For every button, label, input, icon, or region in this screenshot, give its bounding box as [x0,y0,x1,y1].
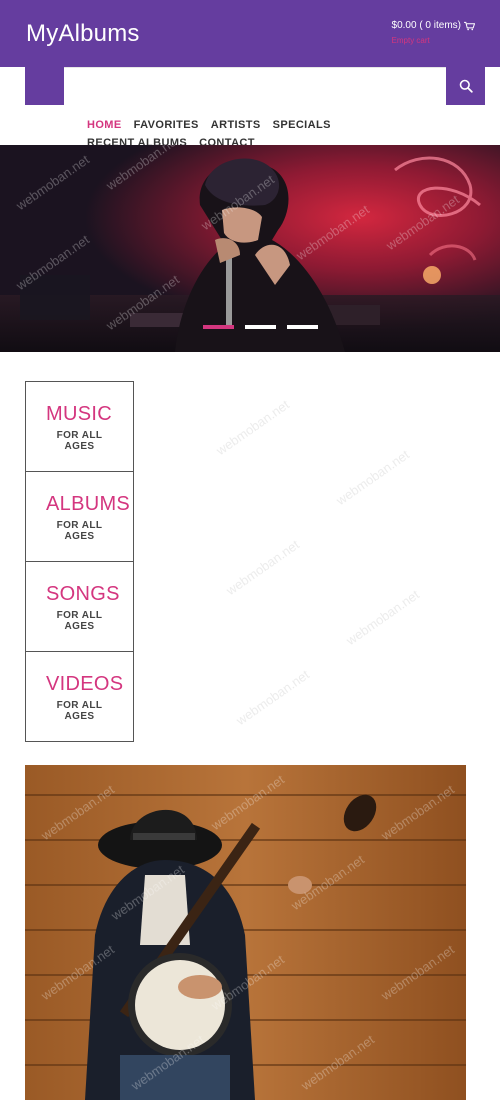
hero-slider[interactable]: webmoban.net webmoban.net webmoban.net w… [0,145,500,352]
shopping-cart-icon[interactable] [464,21,475,31]
search-icon [459,79,473,93]
category-subtitle: FOR ALL AGES [56,430,103,452]
search-bar [0,67,500,105]
hero-image [0,145,500,352]
nav-item-specials[interactable]: SPECIALS [273,118,331,133]
nav-item-favorites[interactable]: FAVORITES [134,118,199,133]
nav-item-artists[interactable]: ARTISTS [211,118,261,133]
category-title: ALBUMS [46,493,131,515]
slider-dot[interactable] [245,325,276,329]
category-card-songs[interactable]: SONGS FOR ALL AGES [25,561,134,652]
menu-toggle-button[interactable] [25,67,64,105]
category-list: MUSIC FOR ALL AGES ALBUMS FOR ALL AGES SON… [25,381,134,742]
watermark-text: webmoban.net [343,586,422,649]
category-subtitle: FOR ALL AGES [56,610,103,632]
search-input[interactable] [64,67,446,105]
category-title: VIDEOS [46,673,124,695]
category-card-videos[interactable]: VIDEOS FOR ALL AGES [25,651,134,742]
watermark-text: webmoban.net [333,446,412,509]
nav-item-home[interactable]: HOME [87,118,122,133]
category-title: SONGS [46,583,120,605]
slider-dot[interactable] [203,325,234,329]
site-logo[interactable]: MyAlbums [26,20,140,48]
slider-dots [203,325,329,329]
category-subtitle: FOR ALL AGES [56,700,103,722]
category-card-albums[interactable]: ALBUMS FOR ALL AGES [25,471,134,562]
category-subtitle: FOR ALL AGES [56,520,103,542]
watermark-text: webmoban.net [233,666,312,729]
category-title: MUSIC [46,403,112,425]
search-button[interactable] [446,67,485,105]
watermark-text: webmoban.net [223,536,302,599]
cart-widget[interactable]: $0.00 ( 0 items) Empty cart [392,20,475,45]
slider-dot[interactable] [287,325,318,329]
page: MyAlbums $0.00 ( 0 items) Empty cart HOM… [0,0,500,1100]
category-card-music[interactable]: MUSIC FOR ALL AGES [25,381,134,472]
watermark-text: webmoban.net [213,396,292,459]
cart-status[interactable]: Empty cart [392,36,475,45]
banjo-player-photo [25,765,466,1100]
feature-image[interactable]: webmoban.net webmoban.net webmoban.net w… [25,765,466,1100]
cart-summary[interactable]: $0.00 ( 0 items) [392,20,461,31]
site-header: MyAlbums $0.00 ( 0 items) Empty cart [0,0,500,67]
